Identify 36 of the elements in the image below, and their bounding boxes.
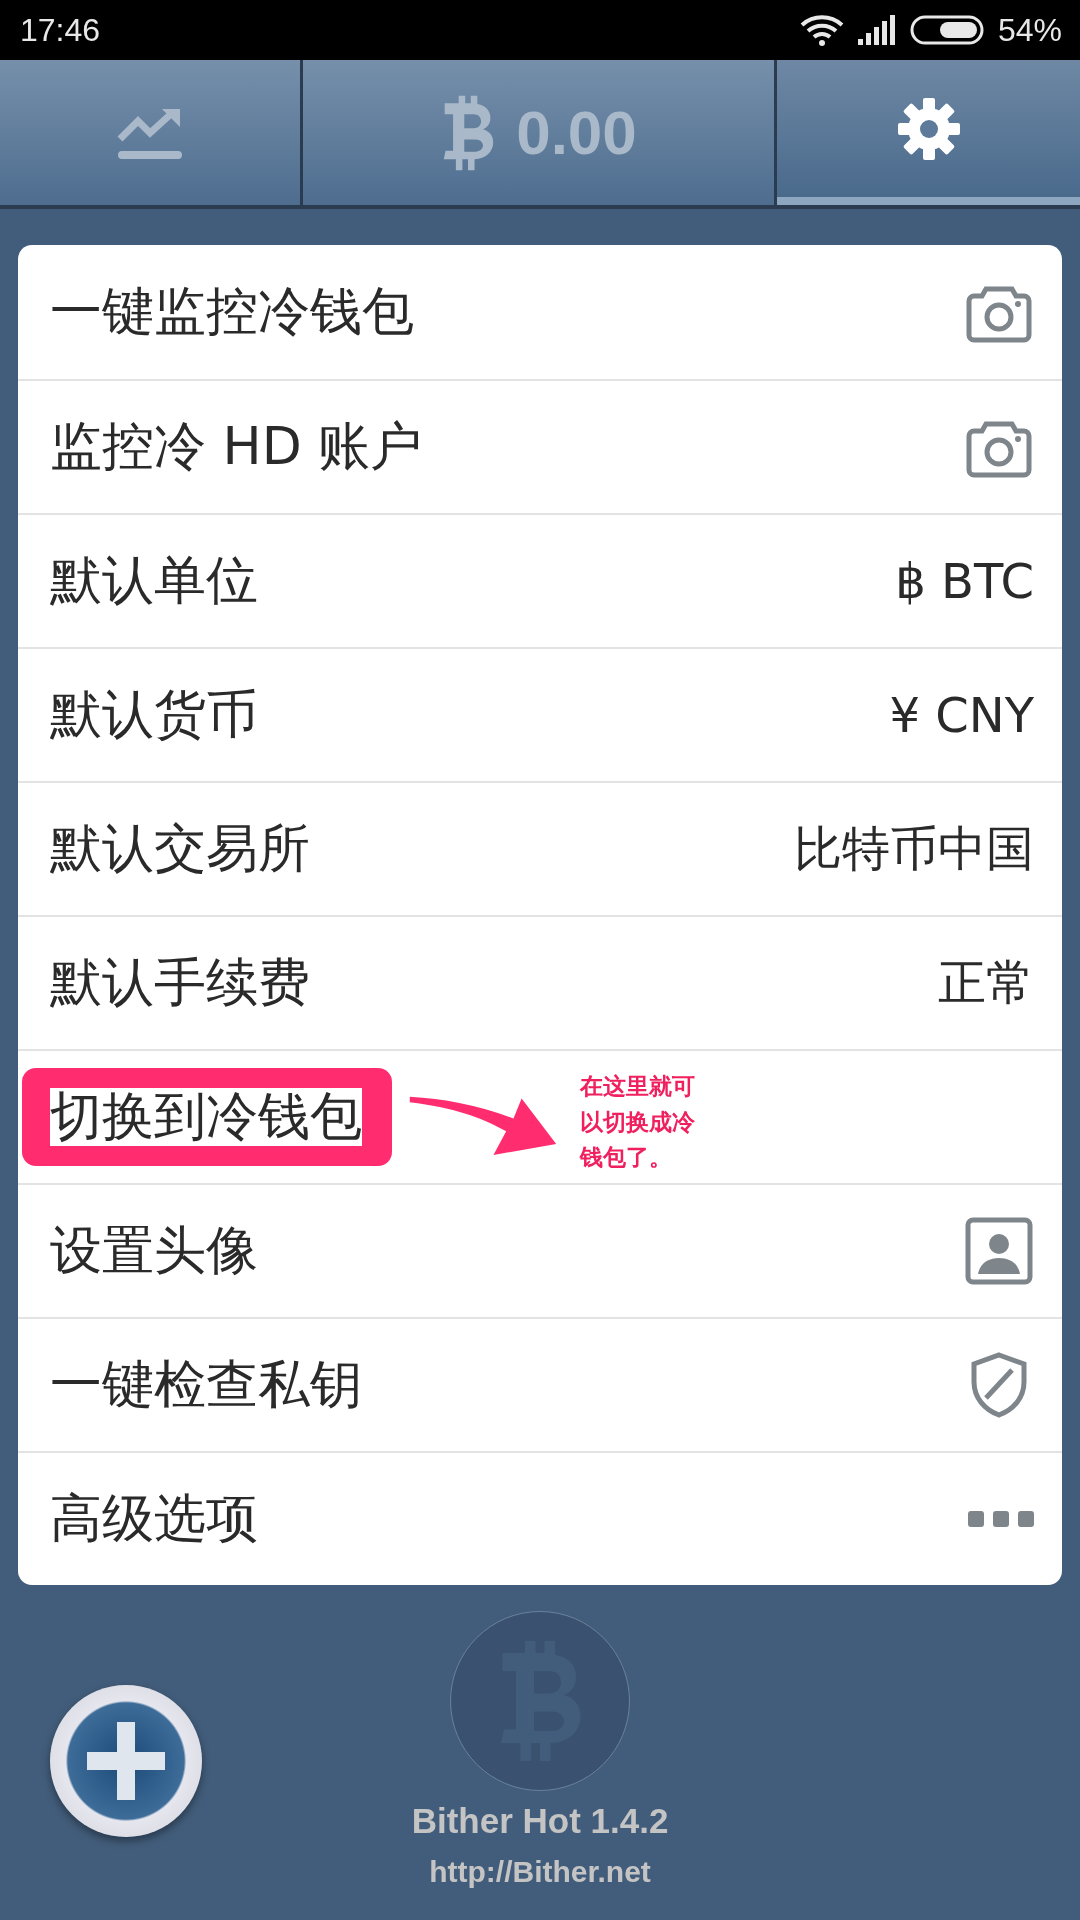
settings-item[interactable]: 监控冷 HD 账户 — [18, 379, 1062, 513]
battery-percent: 54% — [997, 11, 1062, 49]
item-value: ¥ CNY — [889, 687, 1034, 743]
item-label: 一键检查私钥 — [50, 1353, 362, 1416]
settings-icon — [896, 96, 961, 161]
portrait-icon — [964, 1216, 1034, 1286]
tab[interactable] — [777, 60, 1080, 205]
item-label: 设置头像 — [50, 1219, 258, 1282]
item-label: 一键监控冷钱包 — [50, 280, 414, 343]
clock: 17:46 — [20, 11, 102, 49]
settings-item[interactable]: 高级选项 — [18, 1451, 1062, 1585]
website-link[interactable]: http://Bither.net — [0, 1855, 1080, 1889]
item-label: 高级选项 — [50, 1487, 258, 1550]
annotation-text: 在这里就可以切换成冷钱包了。 — [580, 1072, 696, 1173]
settings-item[interactable]: 设置头像 — [18, 1183, 1062, 1317]
item-value: 比特币中国 — [794, 819, 1034, 878]
item-label: 默认货币 — [50, 683, 258, 746]
settings-item[interactable]: 切换到冷钱包 在这里就可以切换成冷钱包了。 — [18, 1049, 1062, 1183]
wifi-icon — [799, 14, 844, 46]
battery-icon — [909, 15, 984, 45]
item-value: ฿ BTC — [895, 553, 1034, 609]
item-value: 正常 — [938, 953, 1034, 1012]
item-label: 默认交易所 — [50, 817, 310, 880]
app-version: Bither Hot 1.4.2 — [410, 1801, 670, 1841]
settings-item[interactable]: 一键监控冷钱包 — [18, 245, 1062, 379]
item-label: 默认单位 — [50, 549, 258, 612]
settings-item[interactable]: 默认货币 ¥ CNY — [18, 647, 1062, 781]
item-label: 监控冷 HD 账户 — [50, 415, 423, 478]
more-icon — [968, 1511, 1034, 1527]
settings-item[interactable]: 默认手续费 正常 — [18, 915, 1062, 1049]
settings-item[interactable]: 默认交易所 比特币中国 — [18, 781, 1062, 915]
settings-item[interactable]: 一键检查私钥 — [18, 1317, 1062, 1451]
settings-item[interactable]: 默认单位 ฿ BTC — [18, 513, 1062, 647]
item-label: 默认手续费 — [50, 951, 310, 1014]
item-label: 切换到冷钱包 — [50, 1088, 362, 1146]
signal-icon — [857, 15, 896, 45]
